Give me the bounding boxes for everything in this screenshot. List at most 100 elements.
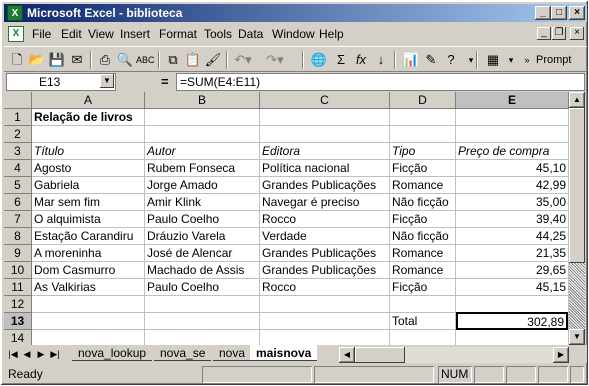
table-cell[interactable]: Rubem Fonseca <box>145 160 260 177</box>
function-icon[interactable]: fx <box>352 51 370 69</box>
row-header[interactable]: 1 <box>4 109 32 126</box>
row-header[interactable]: 5 <box>4 177 32 194</box>
more-buttons-icon[interactable]: » <box>518 51 536 69</box>
grid-cell[interactable] <box>145 109 260 126</box>
grid-cell[interactable] <box>32 296 145 313</box>
doc-minimize-button[interactable]: _ <box>537 27 551 40</box>
undo-icon[interactable]: ↶▾ <box>234 51 252 69</box>
open-icon[interactable]: 📂 <box>28 51 46 69</box>
table-cell[interactable]: 45,10 <box>456 160 569 177</box>
menu-insert[interactable]: Insert <box>120 27 150 41</box>
prev-sheet-icon[interactable]: ◀ <box>21 347 33 361</box>
row-header[interactable]: 9 <box>4 245 32 262</box>
print-icon[interactable]: ⎙ <box>96 51 114 69</box>
table-cell[interactable]: Amir Klink <box>145 194 260 211</box>
borders-icon[interactable]: ▦ <box>484 51 502 69</box>
table-cell[interactable]: Navegar é preciso <box>260 194 390 211</box>
table-cell[interactable]: Ficção <box>390 279 456 296</box>
table-cell[interactable]: Grandes Publicações <box>260 262 390 279</box>
grid-cell[interactable] <box>390 296 456 313</box>
menu-data[interactable]: Data <box>238 27 263 41</box>
grid-cell[interactable] <box>145 330 260 345</box>
column-header-e[interactable]: E <box>456 92 569 109</box>
maximize-button[interactable]: □ <box>551 6 567 20</box>
hyperlink-icon[interactable]: 🌐 <box>310 51 328 69</box>
hscroll-thumb[interactable] <box>355 347 405 363</box>
grid-cell[interactable] <box>260 330 390 345</box>
scroll-track[interactable] <box>569 263 585 329</box>
table-cell[interactable]: Grandes Publicações <box>260 245 390 262</box>
row-header[interactable]: 10 <box>4 262 32 279</box>
menu-help[interactable]: Help <box>319 27 344 41</box>
grid-cell[interactable] <box>456 296 569 313</box>
row-header[interactable]: 14 <box>4 330 32 345</box>
grid-cell[interactable] <box>456 330 569 345</box>
next-sheet-icon[interactable]: ▶ <box>35 347 47 361</box>
menu-tools[interactable]: Tools <box>204 27 232 41</box>
grid-cell[interactable] <box>260 126 390 143</box>
minimize-button[interactable]: _ <box>535 6 551 20</box>
grid-cell[interactable] <box>260 296 390 313</box>
column-header-d[interactable]: D <box>390 92 456 109</box>
scroll-up-icon[interactable]: ▲ <box>569 92 585 108</box>
row-header[interactable]: 12 <box>4 296 32 313</box>
column-header-a[interactable]: A <box>32 92 145 109</box>
header-cell-titulo[interactable]: Título <box>32 143 145 160</box>
excel-icon[interactable]: X <box>7 5 23 21</box>
tab-nova[interactable]: nova <box>213 345 252 361</box>
first-sheet-icon[interactable]: |◀ <box>7 347 19 361</box>
row-header[interactable]: 7 <box>4 211 32 228</box>
table-cell[interactable]: Paulo Coelho <box>145 279 260 296</box>
resize-grip-icon[interactable] <box>570 366 584 383</box>
table-cell[interactable]: Ficção <box>390 211 456 228</box>
table-cell[interactable]: O alquimista <box>32 211 145 228</box>
table-cell[interactable]: Não ficção <box>390 228 456 245</box>
total-value-cell[interactable]: 302,89 <box>456 312 568 330</box>
grid-cell[interactable] <box>390 109 456 126</box>
grid-cell[interactable] <box>145 313 260 330</box>
tab-nova-se[interactable]: nova_se <box>154 345 212 361</box>
table-cell[interactable]: 29,65 <box>456 262 569 279</box>
vertical-scrollbar[interactable]: ▲ ▼ <box>569 92 585 345</box>
table-cell[interactable]: José de Alencar <box>145 245 260 262</box>
row-header[interactable]: 11 <box>4 279 32 296</box>
scroll-left-icon[interactable]: ◀ <box>339 347 355 363</box>
row-header[interactable]: 13 <box>4 313 32 330</box>
table-cell[interactable]: Romance <box>390 245 456 262</box>
header-cell-tipo[interactable]: Tipo <box>390 143 456 160</box>
table-cell[interactable]: 39,40 <box>456 211 569 228</box>
header-cell-preco[interactable]: Preço de compra <box>456 143 569 160</box>
horizontal-scrollbar[interactable]: ◀ ▶ <box>339 347 569 363</box>
table-cell[interactable]: 21,35 <box>456 245 569 262</box>
menu-view[interactable]: View <box>88 27 114 41</box>
menu-window[interactable]: Window <box>272 27 315 41</box>
grid-cell[interactable] <box>390 330 456 345</box>
save-icon[interactable]: 💾 <box>48 51 66 69</box>
doc-restore-button[interactable]: ❐ <box>552 27 566 40</box>
worksheet-grid[interactable]: A B C D E 1 2 3 4 5 6 7 8 9 10 11 12 13 … <box>4 92 569 345</box>
table-cell[interactable]: Rocco <box>260 211 390 228</box>
column-header-b[interactable]: B <box>145 92 260 109</box>
workbook-icon[interactable]: X <box>8 26 24 42</box>
table-cell[interactable]: Grandes Publicações <box>260 177 390 194</box>
autosum-icon[interactable]: Σ <box>332 51 350 69</box>
table-cell[interactable]: Machado de Assis <box>145 262 260 279</box>
grid-cell[interactable] <box>145 296 260 313</box>
table-cell[interactable]: 44,25 <box>456 228 569 245</box>
new-icon[interactable]: 🗋 <box>8 51 26 69</box>
grid-cell[interactable] <box>456 126 569 143</box>
table-cell[interactable]: Jorge Amado <box>145 177 260 194</box>
table-cell[interactable]: Estação Carandiru <box>32 228 145 245</box>
table-cell[interactable]: Rocco <box>260 279 390 296</box>
sheet-title-cell[interactable]: Relação de livros <box>32 109 145 126</box>
doc-close-button[interactable]: × <box>570 27 584 40</box>
tab-maisnova[interactable]: maisnova <box>250 345 318 361</box>
table-cell[interactable]: A moreninha <box>32 245 145 262</box>
help-icon[interactable]: ? <box>442 51 460 69</box>
table-cell[interactable]: Dom Casmurro <box>32 262 145 279</box>
email-icon[interactable]: ✉ <box>68 51 86 69</box>
menu-format[interactable]: Format <box>159 27 197 41</box>
print-preview-icon[interactable]: 🔍 <box>116 51 134 69</box>
spelling-icon[interactable]: ABC <box>136 51 155 69</box>
table-cell[interactable]: Ficção <box>390 160 456 177</box>
